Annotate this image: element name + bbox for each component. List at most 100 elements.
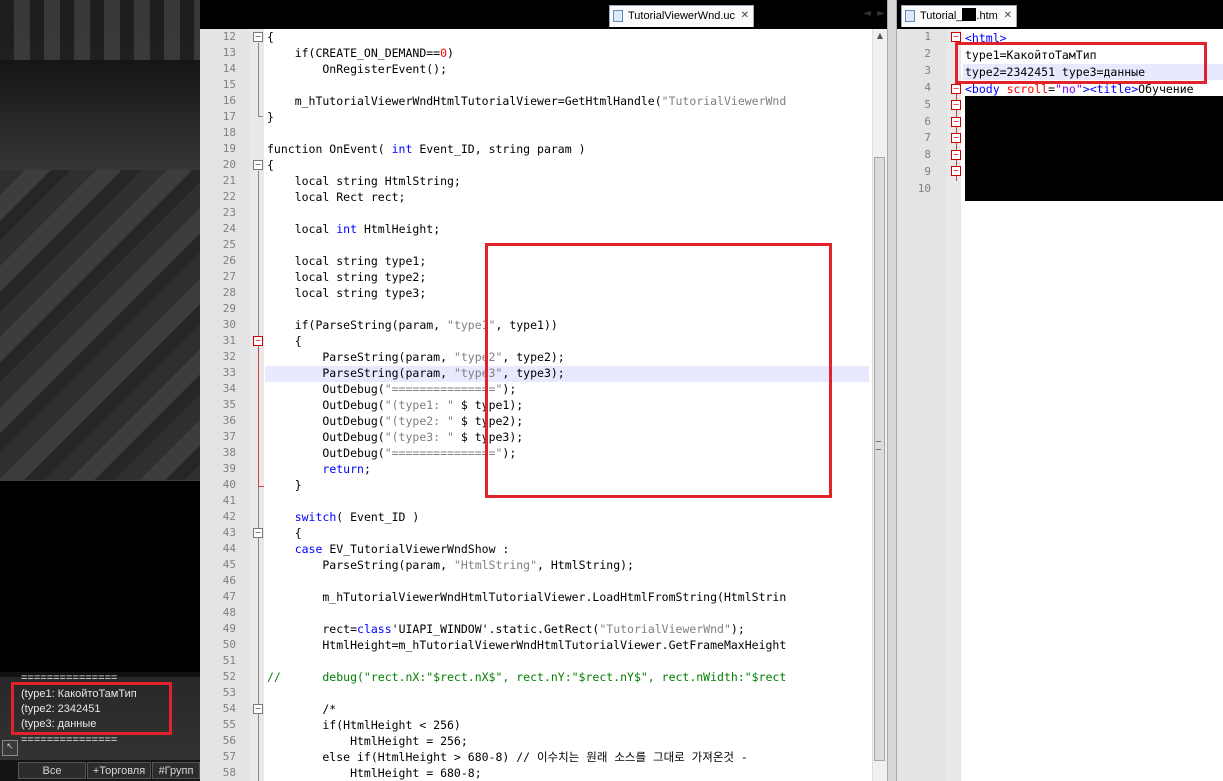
fold-toggle-icon[interactable]: −	[253, 528, 263, 538]
line-number: 38	[222, 446, 236, 459]
game-scene-wall	[0, 0, 200, 60]
code-editor-left[interactable]: TutorialViewerWnd.uc ✕ ◄ ► − − − − − 12 1…	[200, 0, 897, 781]
redacted-block	[962, 8, 977, 21]
line-number: 6	[924, 114, 931, 128]
code-line: m_hTutorialViewerWndHtmlTutorialViewer.L…	[267, 590, 787, 604]
line-number: 19	[222, 142, 236, 155]
code-editor-right[interactable]: Tutorial_ .htm ✕ − − − − − − − 1 2 3 4 5 6 7 8 9 1…	[897, 0, 1223, 781]
fold-margin	[250, 29, 264, 781]
line-number: 55	[222, 718, 236, 731]
line-number: 43	[222, 526, 236, 539]
code-line: {	[267, 158, 274, 172]
code-line: local string type2;	[267, 270, 427, 284]
highlight-box	[485, 243, 832, 498]
game-scene-arch	[0, 60, 200, 170]
line-number: 57	[222, 750, 236, 763]
fold-line	[258, 116, 263, 117]
code-line: else if(HtmlHeight > 680-8) // 이수치는 원래 소…	[267, 750, 748, 764]
fold-toggle-icon[interactable]: −	[951, 84, 961, 94]
code-line: OutDebug("===============");	[267, 446, 517, 460]
grip-icon	[876, 441, 881, 450]
fold-toggle-icon[interactable]: −	[951, 150, 961, 160]
line-number: 52	[222, 670, 236, 683]
line-number: 40	[222, 478, 236, 491]
code-line: }	[267, 110, 274, 124]
tab-label-suffix: .htm	[976, 10, 998, 22]
line-number: 49	[222, 622, 236, 635]
line-number: 45	[222, 558, 236, 571]
fold-toggle-icon[interactable]: −	[951, 100, 961, 110]
code-line: function OnEvent( int Event_ID, string p…	[267, 142, 586, 156]
line-number: 13	[222, 46, 236, 59]
line-number: 16	[222, 94, 236, 107]
vertical-scrollbar[interactable]: ▲	[872, 29, 887, 781]
fold-toggle-icon[interactable]: −	[951, 32, 961, 42]
line-number: 20	[222, 158, 236, 171]
code-line: if(CREATE_ON_DEMAND==0)	[267, 46, 454, 60]
code-line: {	[267, 30, 274, 44]
code-line: local Rect rect;	[267, 190, 406, 204]
scrollbar-thumb[interactable]	[874, 157, 885, 761]
line-number: 26	[222, 254, 236, 267]
tab-bar: TutorialViewerWnd.uc ✕ ◄ ►	[200, 0, 897, 29]
tab-label: TutorialViewerWnd.uc	[628, 10, 735, 22]
fold-toggle-icon[interactable]: −	[253, 704, 263, 714]
line-number: 56	[222, 734, 236, 747]
code-line: }	[267, 478, 302, 492]
code-line: switch( Event_ID )	[294, 510, 420, 524]
line-number: 37	[222, 430, 236, 443]
fold-toggle-icon[interactable]: −	[253, 336, 263, 346]
tab-bar: Tutorial_ .htm ✕	[897, 0, 1223, 29]
line-number: 1	[924, 30, 931, 43]
line-number: 51	[222, 654, 236, 667]
line-number: 23	[222, 206, 236, 219]
code-line: OnRegisterEvent();	[267, 62, 448, 76]
line-number: 2	[924, 46, 931, 60]
line-number: 44	[222, 542, 236, 555]
line-number: 31	[222, 334, 236, 347]
line-number: 29	[222, 302, 236, 315]
code-line: local string type1;	[267, 254, 427, 268]
code-line: local string type3;	[267, 286, 427, 300]
line-number: 53	[222, 686, 236, 699]
chat-tab-party[interactable]: #Групп	[152, 762, 200, 779]
line-number: 47	[222, 590, 236, 603]
game-client-window: =============== (type1: КакойтоТамТип (t…	[0, 0, 200, 781]
fold-toggle-icon[interactable]: −	[253, 160, 263, 170]
line-number: 10	[917, 182, 931, 196]
tab-tutorial-htm[interactable]: Tutorial_ .htm ✕	[901, 5, 1017, 27]
line-number: 3	[924, 63, 931, 77]
fold-line	[258, 486, 264, 487]
chat-tab-all[interactable]: Все	[18, 762, 86, 779]
fold-toggle-icon[interactable]: −	[951, 117, 961, 127]
game-scene-floor	[0, 170, 200, 480]
line-number: 50	[222, 638, 236, 651]
code-line: m_hTutorialViewerWndHtmlTutorialViewer=G…	[267, 94, 787, 108]
line-number: 32	[222, 350, 236, 363]
tab-tutorialviewerwnd-uc[interactable]: TutorialViewerWnd.uc ✕	[609, 5, 754, 27]
fold-toggle-icon[interactable]: −	[253, 32, 263, 42]
code-line: rect=class'UIAPI_WINDOW'.static.GetRect(…	[267, 622, 745, 636]
close-icon[interactable]: ✕	[1004, 6, 1012, 26]
code-line: return;	[322, 462, 371, 476]
scroll-up-icon[interactable]: ▲	[875, 31, 885, 43]
line-number: 8	[924, 148, 931, 162]
redacted-area	[965, 96, 1223, 201]
line-number: 4	[924, 80, 931, 94]
pane-splitter[interactable]	[887, 0, 897, 781]
tab-scroll-left-icon[interactable]: ◄	[862, 8, 872, 20]
code-line: HtmlHeight = 256;	[267, 734, 468, 748]
fold-toggle-icon[interactable]: −	[951, 166, 961, 176]
fold-line	[258, 43, 259, 117]
code-line: case EV_TutorialViewerWndShow :	[294, 542, 510, 556]
fold-toggle-icon[interactable]: −	[951, 133, 961, 143]
line-number: 30	[222, 318, 236, 331]
line-number: 15	[222, 78, 236, 91]
highlight-box	[11, 682, 172, 735]
code-line: local string HtmlString;	[267, 174, 461, 188]
arrow-toggle-icon[interactable]: ↖	[2, 740, 18, 756]
line-number: 39	[222, 462, 236, 475]
close-icon[interactable]: ✕	[741, 6, 749, 26]
chat-tab-trade[interactable]: +Торговля	[87, 762, 151, 779]
tab-scroll-right-icon[interactable]: ►	[876, 8, 886, 20]
